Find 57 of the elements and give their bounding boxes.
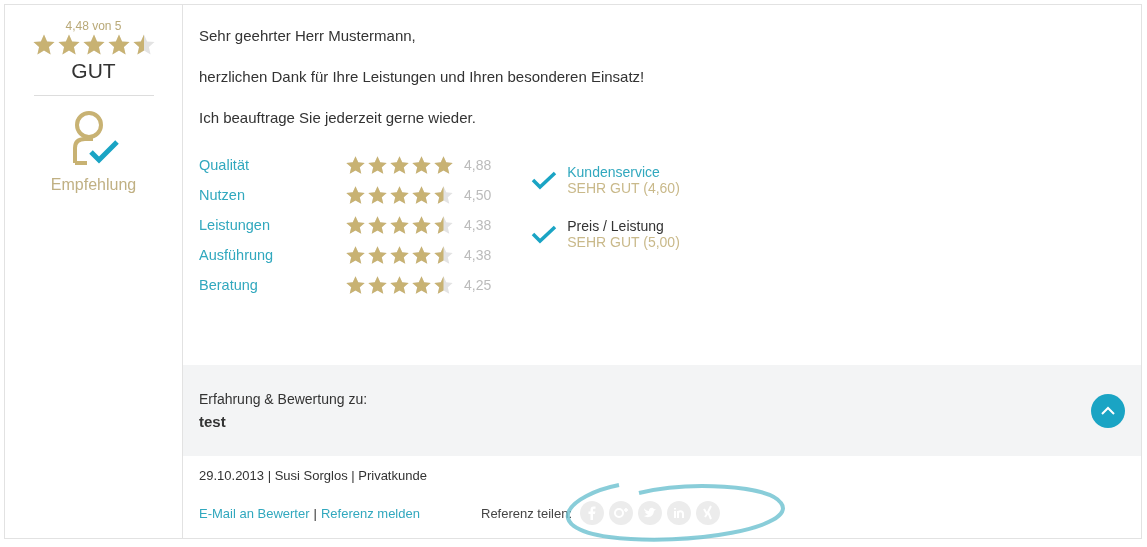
review-meta: 29.10.2013 | Susi Sorglos | Privatkunde xyxy=(199,468,428,483)
star-icon xyxy=(345,274,366,296)
star-icon xyxy=(411,274,432,296)
star-icon xyxy=(411,244,432,266)
star-icon xyxy=(31,33,56,57)
star-icon xyxy=(389,154,410,176)
highlight-link[interactable]: Kundenservice xyxy=(567,164,680,180)
highlight-rating: SEHR GUT (5,00) xyxy=(567,234,680,250)
experience-heading: Erfahrung & Bewertung zu: xyxy=(199,391,368,407)
footer-link[interactable]: Referenz melden xyxy=(320,505,420,521)
check-icon xyxy=(531,224,558,244)
criterion-link[interactable]: Qualität xyxy=(199,157,345,173)
star-icon xyxy=(345,184,366,206)
star-icon xyxy=(411,214,432,236)
criterion-link[interactable]: Leistungen xyxy=(199,217,345,233)
star-icon xyxy=(367,154,388,176)
highlight-label: Preis / Leistung xyxy=(567,218,665,234)
recommendation-label: Empfehlung xyxy=(50,176,137,194)
criterion-link[interactable]: Nutzen xyxy=(199,187,345,203)
star-icon xyxy=(411,154,432,176)
star-icon xyxy=(345,244,366,266)
star-icon xyxy=(389,214,410,236)
star-icon xyxy=(345,154,366,176)
link-separator: | xyxy=(313,505,317,521)
criterion-link[interactable]: Beratung xyxy=(199,277,345,293)
star-icon xyxy=(131,33,156,57)
message-paragraph: Ich beauftrage Sie jederzeit gerne wieder. xyxy=(199,109,477,126)
criterion-score: 4,50 xyxy=(464,187,492,203)
star-icon xyxy=(367,184,388,206)
message-paragraph: herzlichen Dank für Ihre Leistungen und Ihren besonderen Einsatz! xyxy=(199,68,646,85)
message-paragraph: Sehr geehrter Herr Mustermann, xyxy=(199,27,417,44)
criterion-link[interactable]: Ausführung xyxy=(199,247,345,263)
highlight-rating: SEHR GUT (4,60) xyxy=(567,180,680,196)
check-icon xyxy=(531,170,558,190)
star-icon xyxy=(367,244,388,266)
criterion-score: 4,25 xyxy=(464,277,492,293)
star-icon xyxy=(433,154,454,176)
chevron-up-icon xyxy=(1100,405,1116,416)
star-icon xyxy=(389,184,410,206)
star-icon xyxy=(411,184,432,206)
criterion-score: 4,88 xyxy=(464,157,492,173)
star-icon xyxy=(367,214,388,236)
verdict-text: GUT xyxy=(71,59,116,83)
star-icon xyxy=(81,33,106,57)
experience-subject: test xyxy=(199,413,227,430)
collapse-button[interactable] xyxy=(1091,393,1125,428)
star-icon xyxy=(389,244,410,266)
star-icon xyxy=(345,214,366,236)
star-icon xyxy=(389,274,410,296)
star-icon xyxy=(106,33,131,57)
star-icon xyxy=(56,33,81,57)
criterion-score: 4,38 xyxy=(464,247,492,263)
footer-link[interactable]: E-Mail an Bewerter xyxy=(199,505,310,521)
criterion-score: 4,38 xyxy=(464,217,492,233)
share-icon[interactable] xyxy=(580,501,605,525)
star-icon xyxy=(367,274,388,296)
score-text: 4,48 von 5 xyxy=(65,19,122,33)
